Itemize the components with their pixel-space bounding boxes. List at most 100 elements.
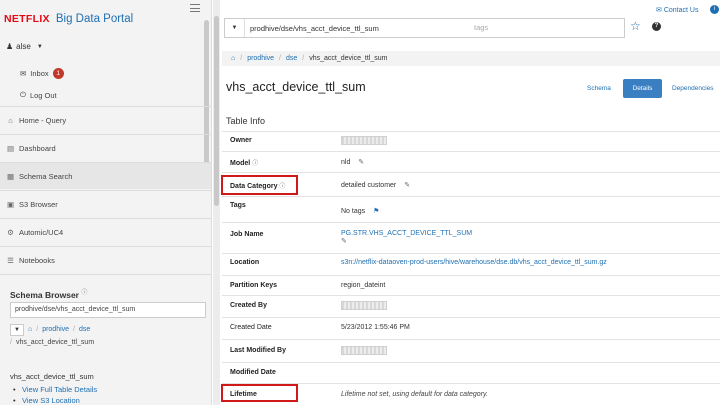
breadcrumb-link[interactable]: dse (79, 326, 90, 333)
path-search-field[interactable]: ▼ prodhive/dse/vhs_acct_device_ttl_sum (224, 18, 470, 38)
location-value: s3n://netflix-dataoven-prod-users/hive/w… (341, 259, 607, 266)
user-icon: ♟ (6, 42, 14, 51)
breadcrumb-separator: / (302, 55, 305, 62)
data-category-value-text: detailed customer (341, 182, 397, 189)
home-icon: ⌂ (8, 115, 13, 125)
schema-browser-table-name: vhs_acct_device_ttl_sum (10, 372, 94, 381)
info-icon[interactable]: ⓘ (252, 161, 258, 167)
sidebar-divider (0, 274, 211, 275)
app-title: Big Data Portal (55, 13, 134, 25)
breadcrumb-link[interactable]: prodhive (247, 55, 274, 62)
home-icon[interactable]: ⌂ (231, 55, 235, 62)
row-divider (222, 131, 720, 132)
highlight-box-lifetime (221, 384, 298, 402)
brand[interactable]: NETFLIX Big Data Portal (4, 10, 133, 28)
gear-icon: ⚙ (7, 227, 14, 237)
tags-input[interactable]: tags (468, 18, 625, 38)
row-divider (222, 275, 720, 276)
view-s3-location-link[interactable]: View S3 Location (13, 396, 80, 405)
chevron-down-icon[interactable]: ▼ (10, 323, 24, 336)
job-name-value: PG.STR.VHS_ACCT_DEVICE_TTL_SUM ✎ (341, 230, 472, 245)
job-name-label: Job Name (230, 231, 264, 238)
section-title: Table Info (226, 116, 266, 126)
model-value-text: nld (341, 159, 351, 166)
lifetime-value: Lifetime not set, using default for data… (341, 391, 488, 398)
tags-value: No tags ⚑ (341, 207, 379, 215)
row-divider (222, 362, 720, 363)
sidebar-item-schema-search[interactable]: ▦ Schema Search (0, 162, 211, 189)
row-divider (222, 196, 720, 197)
sidebar-item-notebooks[interactable]: ☰ Notebooks (0, 246, 211, 273)
breadcrumb-separator: / (10, 339, 12, 346)
location-link[interactable]: s3n://netflix-dataoven-prod-users/hive/w… (341, 259, 607, 266)
breadcrumb: ⌂ / prodhive / dse / vhs_acct_device_ttl… (222, 51, 720, 66)
breadcrumb-current: vhs_acct_device_ttl_sum (309, 55, 388, 62)
schema-browser-current: / vhs_acct_device_ttl_sum (10, 339, 94, 346)
sidebar-item-label: Home - Query (19, 115, 67, 125)
chevron-down-icon: ▼ (36, 43, 43, 50)
location-label: Location (230, 259, 260, 266)
sidebar-item-automic[interactable]: ⚙ Automic/UC4 (0, 218, 211, 245)
sidebar-item-label: Automic/UC4 (19, 227, 64, 237)
partition-keys-value: region_dateint (341, 282, 386, 289)
contact-us-label: Contact Us (663, 7, 699, 14)
pencil-icon[interactable]: ✎ (341, 238, 347, 245)
inbox-link[interactable]: ✉ Inbox 1 (20, 68, 64, 79)
user-name: alse (16, 42, 31, 51)
model-value: nld ✎ (341, 158, 364, 166)
breadcrumb-separator: / (240, 55, 243, 62)
owner-value-redacted (341, 136, 387, 145)
schema-browser-breadcrumb: ▼ ⌂ / prodhive / dse (10, 323, 206, 336)
help-icon[interactable]: i (710, 5, 719, 14)
job-name-link[interactable]: PG.STR.VHS_ACCT_DEVICE_TTL_SUM (341, 230, 472, 237)
row-divider (222, 253, 720, 254)
breadcrumb-current: vhs_acct_device_ttl_sum (15, 339, 95, 346)
hamburger-icon[interactable] (190, 4, 200, 12)
schema-browser-input[interactable]: prodhive/dse/vhs_acct_device_ttl_sum (10, 302, 206, 318)
inbox-label: Inbox (30, 69, 49, 78)
tab-details[interactable]: Details (623, 79, 662, 98)
question-icon[interactable]: ? (652, 22, 661, 31)
breadcrumb-separator: / (73, 326, 75, 333)
chevron-down-icon[interactable]: ▼ (225, 19, 245, 37)
row-divider (222, 295, 720, 296)
logout-label: Log Out (29, 90, 57, 100)
tags-value-text: No tags (341, 208, 366, 215)
created-by-value-redacted (341, 301, 387, 310)
envelope-icon: ✉ (656, 7, 662, 14)
sidebar-item-s3-browser[interactable]: ▣ S3 Browser (0, 190, 211, 217)
breadcrumb-separator: / (36, 326, 39, 333)
user-menu[interactable]: ♟ alse ▼ (6, 42, 43, 51)
main-scrollbar-thumb[interactable] (214, 16, 219, 206)
sidebar-item-home-query[interactable]: ⌂ Home - Query (0, 106, 211, 133)
row-divider (222, 222, 720, 223)
logout-link[interactable]: ⏻ Log Out (20, 90, 57, 100)
breadcrumb-link[interactable]: dse (286, 55, 297, 62)
breadcrumb-link[interactable]: prodhive (42, 326, 69, 333)
last-modified-by-value-redacted (341, 346, 387, 355)
data-category-value: detailed customer ✎ (341, 181, 410, 189)
tags-label: Tags (230, 202, 246, 209)
created-by-label: Created By (230, 302, 267, 309)
last-modified-by-label: Last Modified By (230, 347, 287, 354)
tab-schema[interactable]: Schema (587, 85, 611, 92)
contact-us-link[interactable]: ✉ Contact Us (656, 6, 698, 14)
schema-browser-heading-text: Schema Browser (10, 289, 79, 300)
home-icon[interactable]: ⌂ (28, 326, 32, 333)
sidebar-item-label: S3 Browser (19, 199, 58, 209)
sidebar-item-label: Notebooks (19, 255, 55, 265)
pencil-icon[interactable]: ✎ (404, 182, 410, 189)
tab-dependencies[interactable]: Dependencies (672, 85, 714, 92)
row-divider (222, 317, 720, 318)
view-full-table-details-link[interactable]: View Full Table Details (13, 385, 97, 394)
notebook-icon: ☰ (7, 255, 14, 265)
star-icon[interactable]: ☆ (630, 19, 641, 33)
tag-icon[interactable]: ⚑ (373, 208, 379, 215)
envelope-icon: ✉ (20, 69, 27, 78)
sidebar: NETFLIX Big Data Portal ♟ alse ▼ ✉ Inbox… (0, 0, 212, 405)
netflix-logo: NETFLIX (4, 13, 50, 25)
partition-keys-label: Partition Keys (230, 282, 278, 289)
pencil-icon[interactable]: ✎ (358, 159, 364, 166)
info-icon[interactable]: ⓘ (81, 290, 87, 296)
sidebar-item-dashboard[interactable]: ▤ Dashboard (0, 134, 211, 161)
